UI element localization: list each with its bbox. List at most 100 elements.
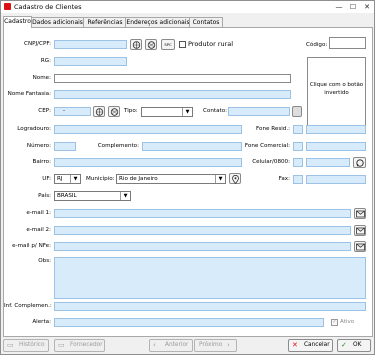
- fornecedor-button[interactable]: ▭ Fornecedor: [54, 339, 105, 352]
- email1-label: e-mail 1:: [26, 210, 51, 216]
- pais-label: País:: [38, 193, 51, 199]
- fantasia-input[interactable]: [54, 90, 291, 99]
- spc-button[interactable]: SPC: [161, 39, 175, 50]
- inf-complem-label: Inf. Complemen.:: [4, 303, 52, 309]
- uf-value: RJ: [57, 176, 63, 182]
- email1-send-button[interactable]: [354, 208, 366, 219]
- municipio-select[interactable]: Rio de Janeiro ▼: [116, 174, 226, 184]
- chevron-down-icon: ▼: [120, 192, 130, 200]
- email1-input[interactable]: [54, 209, 351, 218]
- envelope-icon: [356, 210, 365, 218]
- pais-value: BRASIL: [57, 193, 77, 199]
- cadastro-panel: CNPJ/CPF: SPC Produtor rural Código: RG:…: [3, 27, 373, 337]
- email-nfe-send-button[interactable]: [354, 241, 366, 252]
- historico-button[interactable]: ▭ Histórico: [3, 339, 49, 352]
- email-nfe-input[interactable]: [54, 242, 351, 251]
- world-icon: [110, 108, 119, 116]
- title-bar: Cadastro de Clientes — ☐ ✕: [1, 1, 374, 13]
- celular-label: Celular/0800:: [252, 159, 290, 165]
- nome-input[interactable]: [54, 74, 291, 83]
- rg-input[interactable]: [54, 57, 127, 66]
- tipo-select[interactable]: ▼: [141, 107, 193, 117]
- close-button[interactable]: ✕: [360, 1, 374, 13]
- logradouro-input[interactable]: [54, 125, 242, 134]
- municipio-value: Rio de Janeiro: [119, 176, 158, 182]
- supplier-icon: ▭: [58, 341, 65, 349]
- email2-input[interactable]: [54, 226, 351, 235]
- codigo-label: Código:: [306, 42, 328, 48]
- alerta-input[interactable]: [54, 318, 324, 327]
- contato-more-button[interactable]: [292, 106, 302, 117]
- envelope-icon: [356, 243, 365, 251]
- contato-input[interactable]: [228, 107, 290, 116]
- ativo-checkbox[interactable]: ✓: [331, 319, 338, 326]
- chevron-left-icon: ‹: [153, 341, 156, 349]
- obs-textarea[interactable]: [54, 257, 366, 299]
- app-icon: [4, 3, 11, 10]
- fone-resid-input[interactable]: [306, 125, 366, 134]
- cnpj-search-button[interactable]: [145, 39, 157, 50]
- municipio-label: Município:: [86, 176, 115, 182]
- history-icon: ▭: [7, 341, 14, 349]
- pais-select[interactable]: BRASIL ▼: [54, 191, 131, 201]
- produtor-rural-checkbox[interactable]: [179, 41, 186, 48]
- proximo-button[interactable]: Próximo ›: [194, 339, 237, 352]
- codigo-input[interactable]: [329, 37, 366, 49]
- fax-label: Fax:: [278, 176, 290, 182]
- cep-lookup-button[interactable]: [93, 106, 105, 117]
- cnpj-lookup-button[interactable]: [130, 39, 142, 50]
- tipo-label: Tipo:: [124, 108, 138, 114]
- cep-value: -: [63, 108, 66, 114]
- email-nfe-label: e-mail p/ NFe:: [12, 243, 51, 249]
- inf-complem-input[interactable]: [54, 302, 366, 311]
- celular-ddd[interactable]: [293, 158, 303, 167]
- whatsapp-button[interactable]: [353, 157, 366, 168]
- ativo-label: Ativo: [340, 319, 355, 325]
- email2-label: e-mail 2:: [26, 227, 51, 233]
- globe-icon: [132, 41, 141, 49]
- envelope-icon: [356, 227, 365, 235]
- chevron-right-icon: ›: [227, 341, 230, 349]
- globe-icon: [95, 108, 104, 116]
- cancelar-button[interactable]: ✕ Cancelar: [288, 339, 333, 352]
- cep-input[interactable]: -: [54, 107, 91, 116]
- email2-send-button[interactable]: [354, 225, 366, 236]
- alerta-label: Alerta:: [32, 319, 51, 325]
- bairro-label: Bairro:: [32, 159, 51, 165]
- uf-label: UF:: [42, 176, 51, 182]
- uf-select[interactable]: RJ ▼: [54, 174, 81, 184]
- close-icon: ✕: [292, 341, 298, 349]
- world-icon: [147, 41, 156, 49]
- fone-comercial-input[interactable]: [306, 142, 366, 151]
- cnpj-input[interactable]: [54, 40, 127, 49]
- complemento-input[interactable]: [142, 142, 242, 151]
- fone-resid-ddd[interactable]: [293, 125, 303, 134]
- chevron-down-icon: ▼: [70, 175, 80, 183]
- ok-button[interactable]: ✓ OK: [337, 339, 371, 352]
- checkmark-icon: ✓: [341, 341, 347, 349]
- fax-ddd[interactable]: [293, 175, 303, 184]
- maximize-button[interactable]: ☐: [346, 1, 360, 13]
- cep-search-button[interactable]: [108, 106, 120, 117]
- photo-box[interactable]: Clique com o botão invertido: [307, 57, 366, 127]
- anterior-button[interactable]: ‹ Anterior: [149, 339, 193, 352]
- minimize-button[interactable]: —: [332, 1, 346, 13]
- cnpj-label: CNPJ/CPF:: [24, 41, 51, 47]
- fone-resid-label: Fone Resid.:: [256, 126, 290, 132]
- fone-comercial-label: Fone Comercial:: [244, 143, 290, 149]
- numero-input[interactable]: [54, 142, 76, 151]
- whatsapp-icon: [356, 159, 364, 167]
- bairro-input[interactable]: [54, 158, 242, 167]
- cep-label: CEP:: [38, 108, 51, 114]
- logradouro-label: Logradouro:: [17, 126, 51, 132]
- celular-input[interactable]: [306, 158, 350, 167]
- chevron-down-icon: ▼: [215, 175, 225, 183]
- window-title: Cadastro de Clientes: [14, 3, 82, 11]
- nome-label: Nome:: [32, 75, 51, 81]
- rg-label: RG:: [40, 58, 51, 64]
- complemento-label: Complemento:: [97, 143, 139, 149]
- fax-input[interactable]: [306, 175, 366, 184]
- tab-cadastro[interactable]: Cadastro: [3, 16, 32, 28]
- fone-comercial-ddd[interactable]: [293, 142, 303, 151]
- produtor-rural-label: Produtor rural: [188, 40, 234, 48]
